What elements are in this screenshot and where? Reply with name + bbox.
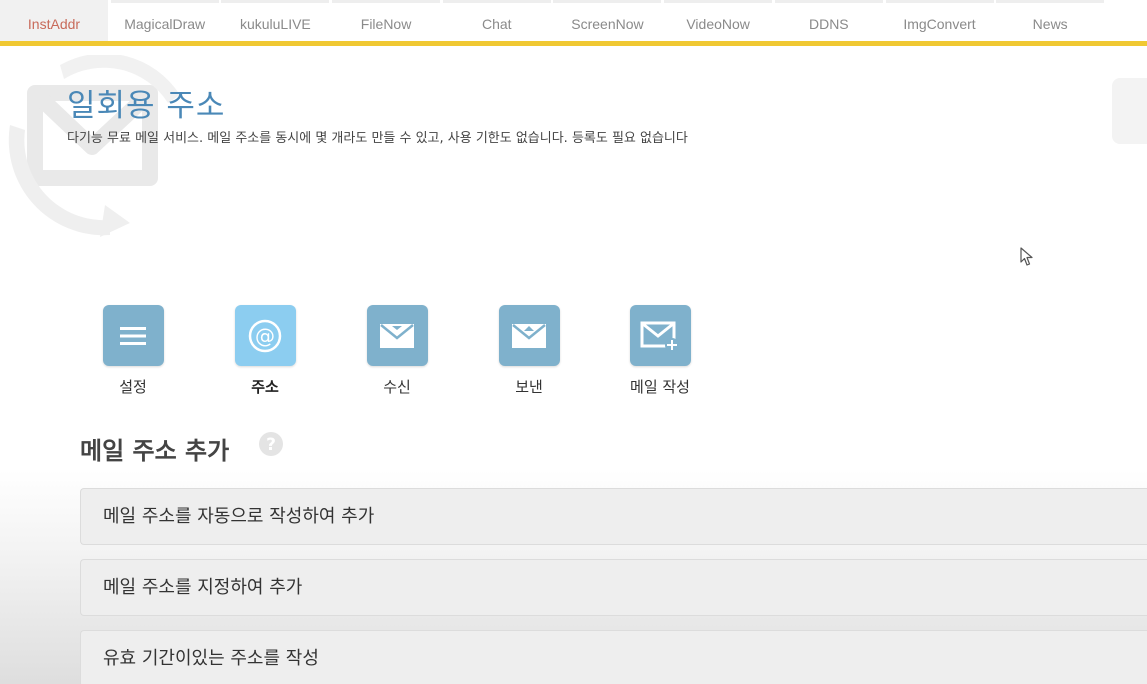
tab-instaddr[interactable]: InstAddr	[0, 0, 108, 41]
menu-sent-icon-box	[498, 305, 560, 366]
menu-settings[interactable]: 설정	[83, 305, 183, 400]
page-subtitle: 다기능 무료 메일 서비스. 메일 주소를 동시에 몇 개라도 만들 수 있고,…	[67, 131, 688, 146]
question-mark-icon[interactable]: ?	[258, 431, 284, 457]
tab-screennow[interactable]: ScreenNow	[553, 0, 662, 41]
menu-sent[interactable]: 보낸	[479, 305, 579, 400]
add-custom-address-button[interactable]: 메일 주소를 지정하여 추가	[80, 559, 1147, 616]
menu-address-icon-box: @	[234, 305, 296, 366]
tab-magicaldraw[interactable]: MagicalDraw	[110, 0, 219, 41]
page-title: 일회용 주소	[67, 88, 226, 124]
sent-mail-icon	[512, 323, 546, 348]
menu-settings-label: 설정	[119, 378, 147, 396]
add-auto-address-button[interactable]: 메일 주소를 자동으로 작성하여 추가	[80, 488, 1147, 545]
compose-mail-icon	[640, 321, 679, 352]
inbox-mail-icon	[380, 323, 414, 348]
hamburger-icon	[120, 326, 146, 345]
menu-address-label: 주소	[251, 378, 279, 396]
section-title: 메일 주소 추가	[80, 437, 230, 465]
create-expiring-address-button[interactable]: 유효 기간이있는 주소를 작성	[80, 630, 1147, 684]
page: InstAddr MagicalDraw kukuluLIVE FileNow …	[0, 0, 1147, 684]
svg-text:@: @	[255, 324, 275, 348]
menu-settings-icon-box	[102, 305, 164, 366]
tab-chat[interactable]: Chat	[442, 0, 551, 41]
side-panel-handle[interactable]	[1112, 78, 1147, 144]
menu-compose-icon-box	[629, 305, 691, 366]
tab-kukululive[interactable]: kukuluLIVE	[221, 0, 330, 41]
tab-filenow[interactable]: FileNow	[332, 0, 441, 41]
tab-ddns[interactable]: DDNS	[774, 0, 883, 41]
menu-inbox[interactable]: 수신	[347, 305, 447, 400]
menu-inbox-label: 수신	[383, 378, 411, 396]
svg-text:?: ?	[266, 435, 276, 455]
menu-address[interactable]: @ 주소	[215, 305, 315, 400]
menu-sent-label: 보낸	[515, 378, 543, 396]
tab-news[interactable]: News	[996, 0, 1105, 41]
tab-videonow[interactable]: VideoNow	[664, 0, 773, 41]
menu-compose[interactable]: 메일 작성	[610, 305, 710, 400]
tab-imgconvert[interactable]: ImgConvert	[885, 0, 994, 41]
menu-compose-label: 메일 작성	[630, 378, 690, 396]
top-nav: InstAddr MagicalDraw kukuluLIVE FileNow …	[0, 0, 1147, 46]
mouse-cursor-icon	[1020, 247, 1033, 266]
menu-inbox-icon-box	[366, 305, 428, 366]
at-sign-icon: @	[248, 319, 282, 352]
